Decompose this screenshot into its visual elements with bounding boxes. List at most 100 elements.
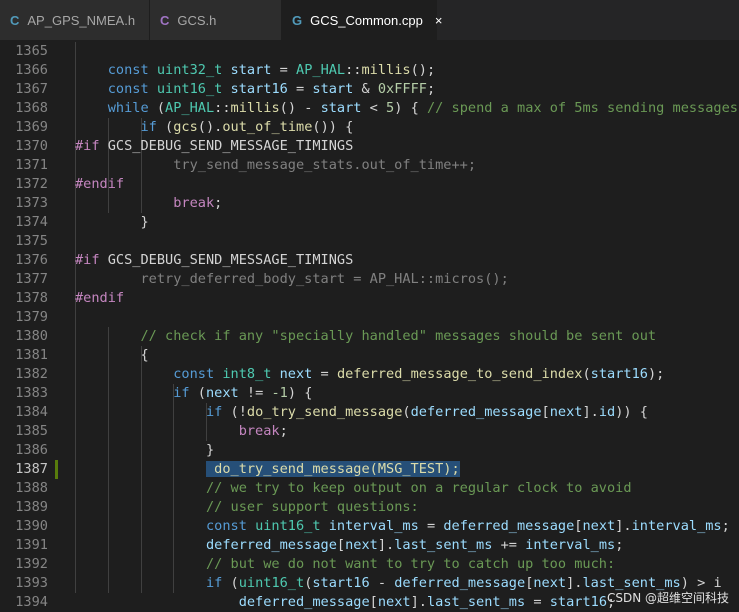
code-token: out_of_time: [222, 119, 313, 135]
code-line[interactable]: 1365: [0, 42, 739, 61]
code-token: );: [647, 366, 665, 382]
code-line[interactable]: 1372 #endif: [0, 175, 739, 194]
code-token: &: [353, 81, 378, 97]
code-token: deferred_message: [205, 537, 337, 553]
code-text: // check if any "specially handled" mess…: [75, 327, 656, 346]
code-token: ::: [345, 62, 362, 78]
code-line[interactable]: 1370 #if GCS_DEBUG_SEND_MESSAGE_TIMINGS: [0, 137, 739, 156]
code-line[interactable]: 1390 const uint16_t interval_ms = deferr…: [0, 517, 739, 536]
code-token: next: [533, 575, 567, 591]
code-line[interactable]: 1380 // check if any "specially handled"…: [0, 327, 739, 346]
code-line[interactable]: 1387 do_try_send_message(MSG_TEST);: [0, 460, 739, 479]
code-line[interactable]: 1366 const uint32_t start = AP_HAL::mill…: [0, 61, 739, 80]
code-text: // user support questions:: [75, 498, 419, 517]
code-line[interactable]: 1375: [0, 232, 739, 251]
code-token: #endif: [75, 290, 125, 306]
code-text: deferred_message[next].last_sent_ms += i…: [75, 536, 623, 555]
code-token: uint16_t: [156, 81, 223, 97]
line-number: 1367: [15, 81, 48, 97]
code-line[interactable]: 1392 // but we do not want to try to cat…: [0, 555, 739, 574]
code-line[interactable]: 1377 retry_deferred_body_start = AP_HAL:…: [0, 270, 739, 289]
close-icon[interactable]: ×: [435, 13, 443, 28]
code-line[interactable]: 1367 const uint16_t start16 = start & 0x…: [0, 80, 739, 99]
code-token: 5: [386, 100, 395, 116]
code-line[interactable]: 1385 break;: [0, 422, 739, 441]
code-token: next: [279, 366, 313, 382]
code-editor[interactable]: 13651366 const uint32_t start = AP_HAL::…: [0, 40, 739, 612]
code-token: interval_ms: [631, 518, 722, 534]
code-token: [: [336, 537, 346, 553]
code-token: const: [173, 366, 215, 382]
tab-gcs-h[interactable]: C GCS.h: [150, 0, 282, 40]
code-token: ;: [279, 423, 288, 439]
code-line[interactable]: 1383 if (next != -1) {: [0, 384, 739, 403]
code-token: start16: [312, 575, 370, 591]
code-text: do_try_send_message(MSG_TEST);: [75, 460, 460, 479]
line-number: 1388: [15, 480, 48, 496]
tab-ap-gps-nmea-h[interactable]: C AP_GPS_NMEA.h: [0, 0, 150, 40]
code-line[interactable]: 1369 if (gcs().out_of_time()) {: [0, 118, 739, 137]
code-line[interactable]: 1386 }: [0, 441, 739, 460]
code-token: =: [271, 62, 297, 78]
code-token: 0xFFFF: [377, 81, 427, 97]
code-line[interactable]: 1376 #if GCS_DEBUG_SEND_MESSAGE_TIMINGS: [0, 251, 739, 270]
tab-label: GCS.h: [177, 12, 217, 28]
code-text: break;: [75, 194, 222, 213]
code-line[interactable]: 1374 }: [0, 213, 739, 232]
code-text: retry_deferred_body_start = AP_HAL::micr…: [75, 270, 509, 289]
code-token: const: [205, 518, 247, 534]
code-line[interactable]: 1382 const int8_t next = deferred_messag…: [0, 365, 739, 384]
code-token: [: [369, 594, 378, 610]
code-line[interactable]: 1373 break;: [0, 194, 739, 213]
code-token: while: [107, 100, 149, 116]
code-token: deferred_message: [394, 575, 526, 591]
code-token: // check if any "specially handled" mess…: [140, 328, 657, 344]
code-line[interactable]: 1388 // we try to keep output on a regul…: [0, 479, 739, 498]
code-token: if: [205, 404, 223, 420]
watermark: CSDN @超维空间科技: [606, 591, 729, 605]
line-number: 1378: [15, 290, 48, 306]
code-line[interactable]: 1381 {: [0, 346, 739, 365]
line-number: 1380: [15, 328, 48, 344]
code-line[interactable]: 1391 deferred_message[next].last_sent_ms…: [0, 536, 739, 555]
line-number: 1365: [15, 43, 48, 59]
code-text: deferred_message[next].last_sent_ms = st…: [75, 593, 616, 612]
code-line[interactable]: 1384 if (!do_try_send_message(deferred_m…: [0, 403, 739, 422]
code-token: ].: [566, 575, 583, 591]
code-token: #if: [75, 252, 100, 268]
code-token: last_sent_ms: [426, 594, 526, 610]
code-token: start16: [590, 366, 648, 382]
code-token: (: [582, 366, 591, 382]
code-token: if: [173, 385, 190, 401]
line-number: 1384: [15, 404, 48, 420]
code-line[interactable]: 1389 // user support questions:: [0, 498, 739, 517]
line-number: 1373: [15, 195, 48, 211]
code-token: [: [541, 404, 550, 420]
code-text: #endif: [75, 289, 124, 308]
code-token: ;: [721, 518, 730, 534]
tab-gcs-common-cpp[interactable]: G GCS_Common.cpp ×: [282, 0, 442, 40]
code-token: GCS_DEBUG_SEND_MESSAGE_TIMINGS: [99, 138, 354, 154]
code-text: }: [75, 441, 214, 460]
line-number: 1376: [15, 252, 48, 268]
code-token: retry_deferred_body_start = AP_HAL::micr…: [75, 271, 509, 287]
code-line[interactable]: 1371 try_send_message_stats.out_of_time+…: [0, 156, 739, 175]
code-line[interactable]: 1379: [0, 308, 739, 327]
cpp-file-icon: G: [292, 12, 303, 28]
code-line[interactable]: 1368 while (AP_HAL::millis() - start < 5…: [0, 99, 739, 118]
code-line[interactable]: 1378 #endif: [0, 289, 739, 308]
code-text: if (!do_try_send_message(deferred_messag…: [75, 403, 648, 422]
code-token: // we try to keep output on a regular cl…: [205, 480, 632, 496]
code-text: // but we do not want to try to catch up…: [75, 555, 615, 574]
code-token: id: [598, 404, 616, 420]
code-token: uint16_t: [255, 518, 321, 534]
code-token: millis: [230, 100, 280, 116]
c-file-icon: C: [160, 12, 170, 28]
code-token: next: [549, 404, 583, 420]
